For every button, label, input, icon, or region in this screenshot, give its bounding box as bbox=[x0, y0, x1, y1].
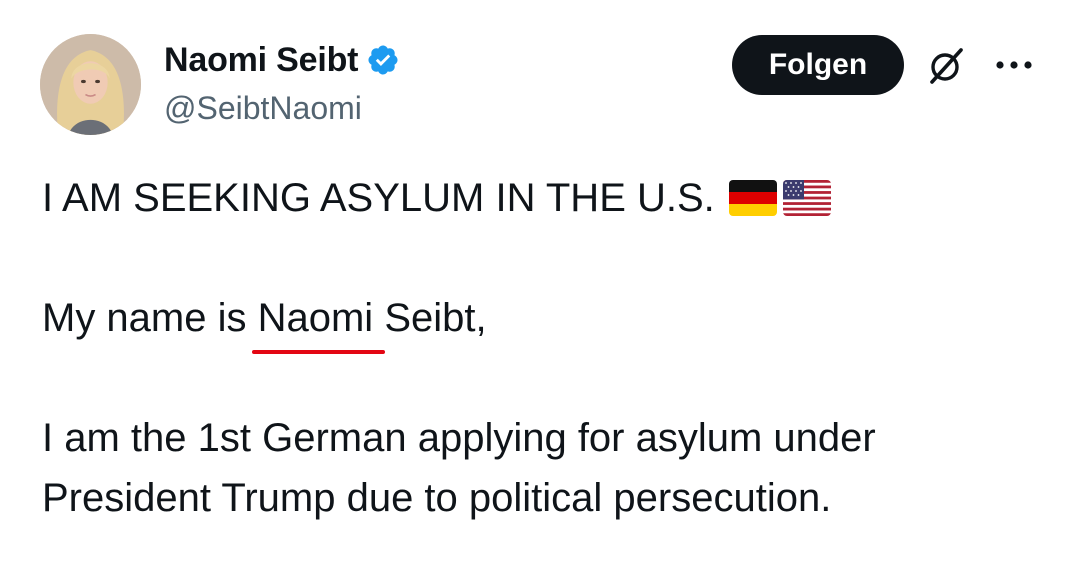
verified-badge-icon[interactable] bbox=[366, 43, 400, 77]
highlighted-name-text: Naomi bbox=[257, 296, 374, 340]
tweet-headline-line: I AM SEEKING ASYLUM IN THE U.S. bbox=[42, 168, 1052, 228]
more-horizontal-icon[interactable] bbox=[992, 50, 1036, 80]
tweet-body-line-2: President Trump due to political persecu… bbox=[42, 476, 832, 520]
author-name-row[interactable]: Naomi Seibt bbox=[164, 38, 400, 82]
highlighted-name: Naomi bbox=[251, 288, 386, 354]
tweet-text: I AM SEEKING ASYLUM IN THE U.S. My name … bbox=[42, 168, 1052, 528]
profile-photo bbox=[40, 34, 141, 135]
red-underline-annotation bbox=[251, 350, 386, 354]
usa-flag-icon bbox=[782, 180, 831, 216]
name-line-suffix: Seibt, bbox=[373, 296, 487, 340]
display-name[interactable]: Naomi Seibt bbox=[164, 38, 358, 82]
tweet-body-line-1: I am the 1st German applying for asylum … bbox=[42, 416, 876, 460]
germany-flag-icon bbox=[728, 180, 777, 216]
name-line-prefix: My name is bbox=[42, 296, 258, 340]
avatar[interactable] bbox=[40, 34, 141, 135]
grok-icon[interactable] bbox=[924, 44, 968, 88]
author-handle[interactable]: @SeibtNaomi bbox=[164, 86, 362, 130]
follow-button[interactable]: Folgen bbox=[732, 35, 904, 95]
tweet-name-line: My name is Naomi Seibt, bbox=[42, 288, 1052, 354]
tweet-headline: I AM SEEKING ASYLUM IN THE U.S. bbox=[42, 176, 715, 220]
